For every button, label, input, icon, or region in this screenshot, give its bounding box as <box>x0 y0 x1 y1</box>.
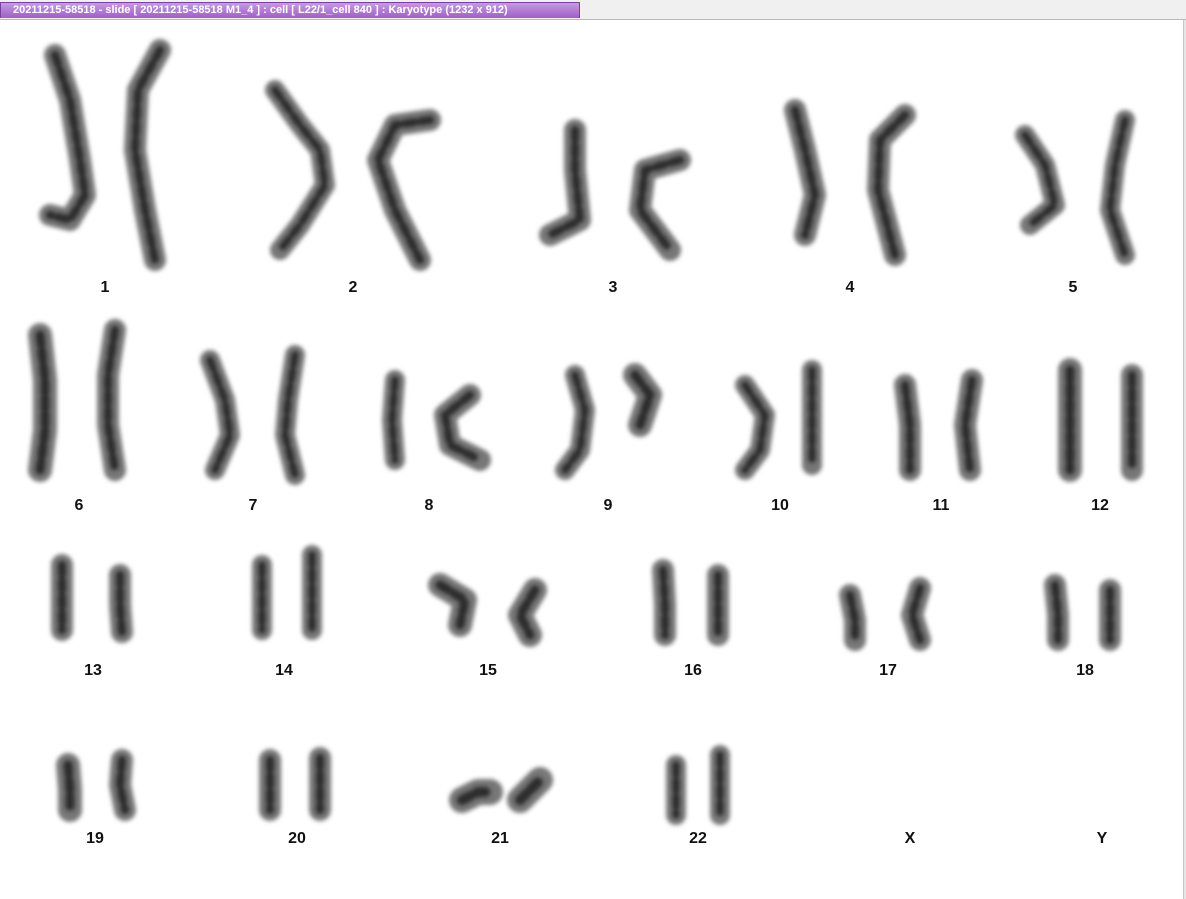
chromosome-band-13b <box>115 570 127 637</box>
chromosome-band-11a <box>900 380 915 475</box>
chromosome-label-4: 4 <box>845 279 855 296</box>
chromosome-label-22: 22 <box>689 830 707 847</box>
title-bar: 20211215-58518 - slide [ 20211215-58518 … <box>0 0 1186 20</box>
chromosome-band-17a <box>845 590 860 645</box>
chromosome-label-19: 19 <box>86 830 104 847</box>
chromosome-label-8: 8 <box>424 497 434 514</box>
chromosome-label-14: 14 <box>275 662 293 679</box>
chromosome-label-2: 2 <box>348 279 358 296</box>
window-title-tab[interactable]: 20211215-58518 - slide [ 20211215-58518 … <box>0 2 580 18</box>
chromosome-label-12: 12 <box>1091 497 1109 514</box>
chromosome-band-8a <box>387 375 400 465</box>
chromosome-label-13: 13 <box>84 662 102 679</box>
chromosome-band-16a <box>658 565 670 640</box>
chromosome-label-5: 5 <box>1068 279 1078 296</box>
chromosome-label-10: 10 <box>771 497 789 514</box>
chromosome-label-16: 16 <box>684 662 702 679</box>
chromosome-label-18: 18 <box>1076 662 1094 679</box>
chromosome-label-x: X <box>904 830 916 847</box>
karyogram-canvas: 1 2 3 4 5 6 7 8 9 10 11 12 13 14 15 16 1… <box>0 20 1183 899</box>
chromosome-images <box>28 39 1143 825</box>
chromosome-label-15: 15 <box>479 662 497 679</box>
chromosome-label-9: 9 <box>603 497 613 514</box>
chromosome-label-11: 11 <box>932 497 950 514</box>
chromosome-label-y: Y <box>1096 830 1108 847</box>
chromosome-band-18a <box>1050 580 1063 645</box>
chromosome-band-19a <box>62 759 76 816</box>
chromosome-label-6: 6 <box>74 497 84 514</box>
chromosome-label-20: 20 <box>288 830 306 847</box>
chromosome-label-21: 21 <box>491 830 509 847</box>
chromosome-label-1: 1 <box>100 279 110 296</box>
chromosome-label-7: 7 <box>248 497 258 514</box>
chromosome-label-3: 3 <box>608 279 618 296</box>
chromosome-label-17: 17 <box>879 662 897 679</box>
chromosome-band-6a <box>34 329 51 476</box>
chromosome-band-19b <box>115 755 130 815</box>
